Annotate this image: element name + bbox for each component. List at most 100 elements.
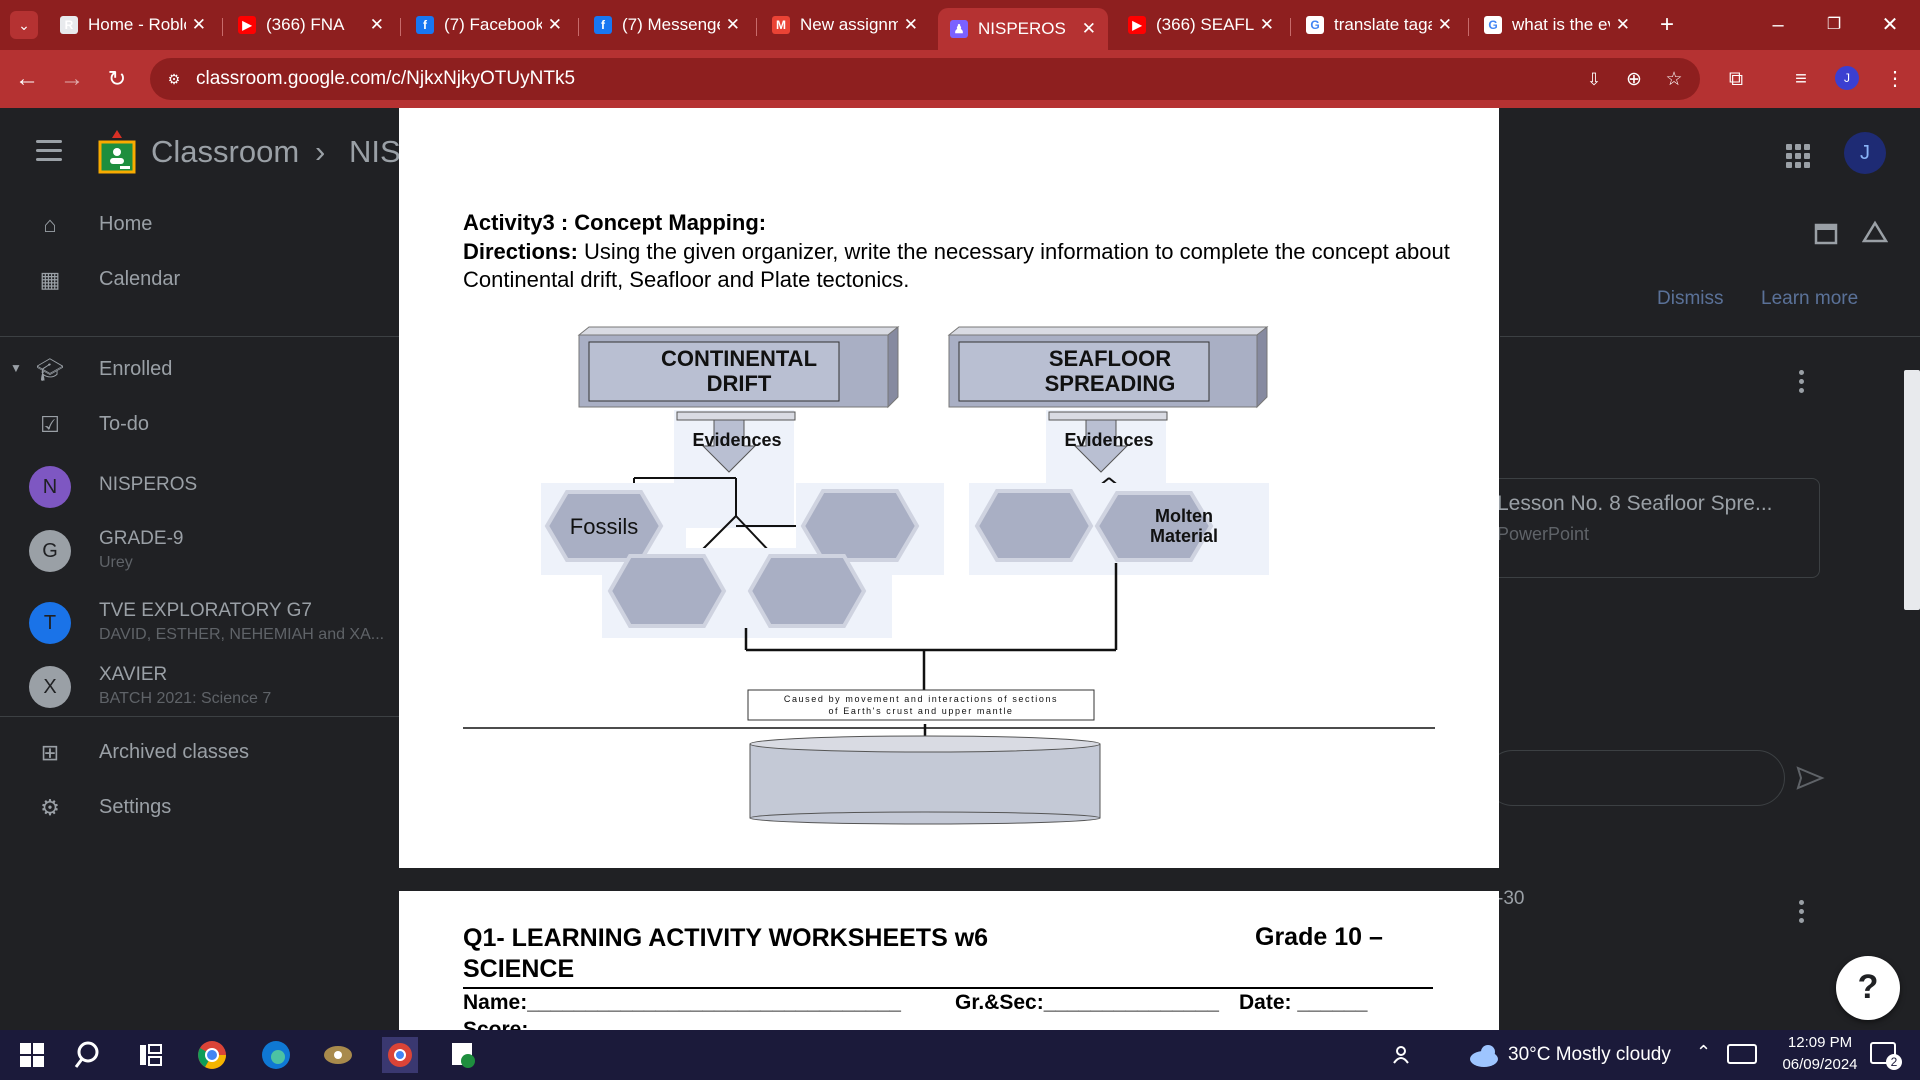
box-side-face (1256, 325, 1268, 409)
address-bar[interactable]: ⚙ classroom.google.com/c/NjkxNjkyOTUyNTk… (150, 58, 1700, 100)
send-icon[interactable] (1795, 763, 1825, 793)
reload-button[interactable]: ↻ (102, 64, 132, 94)
close-tab-icon[interactable]: ✕ (1438, 15, 1452, 35)
zoom-icon[interactable]: ⊕ (1622, 68, 1646, 92)
close-tab-icon[interactable]: ✕ (1260, 15, 1274, 35)
app-title[interactable]: Classroom (151, 134, 299, 170)
more-options-icon[interactable] (1799, 900, 1805, 924)
sidebar-item-settings[interactable]: ⚙ Settings (0, 781, 400, 835)
hamburger-menu-icon[interactable] (36, 140, 62, 162)
browser-tab[interactable]: Gwhat is the ev ✕ (1472, 8, 1642, 42)
close-tab-icon[interactable]: ✕ (1616, 15, 1630, 35)
browser-tab[interactable]: Gtranslate taga ✕ (1294, 8, 1464, 42)
browser-menu-icon[interactable]: ⋮ (1880, 64, 1910, 94)
evidences-label: Evidences (1064, 430, 1153, 450)
sidebar-item-enrolled[interactable]: 🎓︎ Enrolled (0, 343, 400, 397)
close-tab-icon[interactable]: ✕ (370, 15, 384, 35)
breadcrumb-class[interactable]: NIS (349, 134, 401, 170)
seafloor-spreading-label: SPREADING (1045, 371, 1176, 396)
help-button[interactable]: ? (1836, 956, 1900, 1020)
browser-tab[interactable]: R Home - Roblo ✕ (48, 8, 218, 42)
sidebar-item-label: Enrolled (99, 358, 173, 380)
close-tab-icon[interactable]: ✕ (192, 15, 206, 35)
bookmark-star-icon[interactable]: ☆ (1662, 68, 1686, 92)
browser-tab[interactable]: ♟ NISPEROS ✕ (938, 8, 1108, 50)
tab-separator (756, 18, 757, 36)
tab-label: New assignm (800, 15, 898, 34)
browser-tab[interactable]: f (7) Facebook ✕ (404, 8, 574, 42)
class-name: NISPEROS (99, 474, 198, 495)
media-control-icon[interactable]: ≡ (1786, 64, 1816, 94)
back-button[interactable]: ← (12, 64, 42, 94)
edge-icon[interactable] (258, 1037, 294, 1073)
extensions-icon[interactable]: ⧉ (1721, 64, 1751, 94)
attachment-title[interactable]: Lesson No. 8 Seafloor Spre... (1497, 492, 1773, 516)
learn-more-button[interactable]: Learn more (1761, 288, 1858, 310)
people-icon[interactable] (1386, 1037, 1422, 1073)
game-launcher-icon[interactable] (320, 1037, 356, 1073)
class-name: GRADE-9 (99, 528, 184, 549)
more-options-icon[interactable] (1799, 370, 1805, 394)
tab-separator (1290, 18, 1291, 36)
account-avatar[interactable]: J (1844, 132, 1886, 174)
weather-text[interactable]: 30°C Mostly cloudy (1508, 1044, 1671, 1066)
browser-tab[interactable]: ▶ (366) FNA ✕ (226, 8, 396, 42)
dismiss-button[interactable]: Dismiss (1657, 288, 1724, 310)
taskbar: 30°C Mostly cloudy ⌃ 12:09 PM 06/09/2024… (0, 1030, 1920, 1080)
classroom-app-icon[interactable] (446, 1037, 482, 1073)
sidebar-item-todo[interactable]: ☑ To-do (0, 398, 400, 452)
sidebar-item-class[interactable]: X XAVIER BATCH 2021: Science 7 (0, 658, 400, 722)
sidebar-item-calendar[interactable]: ▦ Calendar (0, 253, 400, 307)
chrome-icon[interactable] (194, 1037, 230, 1073)
class-name: TVE EXPLORATORY G7 (99, 600, 312, 621)
browser-tab[interactable]: M New assignm ✕ (760, 8, 930, 42)
calendar-icon[interactable] (1813, 220, 1839, 246)
tab-search-button[interactable]: ⌄ (10, 11, 38, 39)
checklist-icon: ☑ (40, 412, 60, 437)
close-window-button[interactable]: ✕ (1870, 10, 1910, 40)
browser-profile-avatar[interactable]: J (1835, 66, 1859, 90)
sidebar-item-class[interactable]: N NISPEROS (0, 458, 400, 522)
search-icon[interactable] (72, 1037, 108, 1073)
google-apps-icon[interactable] (1786, 144, 1810, 168)
worksheet-grade: Grade 10 – (1255, 923, 1383, 951)
forward-button[interactable]: → (57, 64, 87, 94)
site-info-icon[interactable]: ⚙ (164, 69, 184, 89)
sidebar-item-class[interactable]: G GRADE-9 Urey (0, 522, 400, 586)
clock-date[interactable]: 06/09/2024 (1770, 1056, 1870, 1073)
roblox-icon: R (60, 16, 78, 34)
sidebar-item-class[interactable]: T TVE EXPLORATORY G7 DAVID, ESTHER, NEHEMI… (0, 594, 400, 658)
close-tab-icon[interactable]: ✕ (548, 15, 562, 35)
class-comment-input[interactable] (1485, 750, 1785, 806)
restore-button[interactable]: ❐ (1814, 10, 1854, 40)
task-view-icon[interactable] (132, 1037, 168, 1073)
evidences-label: Evidences (692, 430, 781, 450)
clock-time[interactable]: 12:09 PM (1770, 1034, 1870, 1051)
class-avatar: T (29, 602, 71, 644)
browser-tab[interactable]: f (7) Messenge ✕ (582, 8, 752, 42)
sidebar-item-home[interactable]: ⌂ Home (0, 198, 400, 252)
close-tab-icon[interactable]: ✕ (904, 15, 918, 35)
browser-tab[interactable]: ▶ (366) SEAFLO ✕ (1116, 8, 1286, 42)
drive-folder-icon[interactable] (1862, 220, 1888, 246)
keyboard-icon[interactable] (1727, 1044, 1757, 1064)
chevron-up-icon[interactable]: ⌃ (1696, 1042, 1711, 1063)
close-tab-icon[interactable]: ✕ (726, 15, 740, 35)
name-field-label: Name:________________________________ (463, 991, 901, 1014)
document-page: Activity3 : Concept Mapping: Directions:… (399, 108, 1499, 868)
archive-icon: ⊞ (40, 740, 60, 765)
new-tab-button[interactable]: + (1648, 8, 1688, 42)
windows-start-icon[interactable] (14, 1037, 50, 1073)
minimize-button[interactable]: – (1758, 10, 1798, 40)
sidebar-item-label: Home (99, 213, 153, 235)
graduation-cap-icon: 🎓︎ (36, 357, 64, 382)
close-tab-icon[interactable]: ✕ (1082, 19, 1096, 39)
classroom-logo-icon[interactable] (98, 128, 136, 176)
youtube-icon: ▶ (1128, 16, 1146, 34)
install-app-icon[interactable]: ⇩ (1582, 68, 1606, 92)
caused-by-text: Caused by movement and interactions of s… (784, 694, 1058, 704)
divider (1500, 336, 1920, 337)
scrollbar-thumb[interactable] (1904, 370, 1920, 610)
sidebar-item-archived[interactable]: ⊞ Archived classes (0, 726, 400, 780)
chrome-profile-icon[interactable] (382, 1037, 418, 1073)
